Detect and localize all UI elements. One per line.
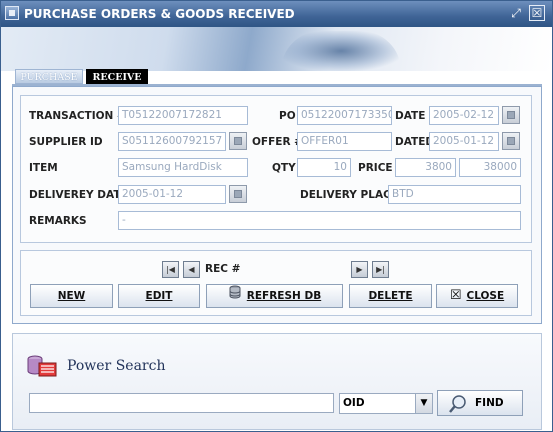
find-button-label: FIND [475, 397, 504, 409]
next-record-button[interactable]: ▶ [351, 261, 368, 278]
restore-icon[interactable]: ⤢ [508, 5, 524, 21]
window-title: PURCHASE ORDERS & GOODS RECEIVED [24, 7, 295, 21]
offer-field[interactable]: OFFER01 [297, 132, 392, 151]
database-search-icon [26, 354, 58, 378]
edit-button-label: EDIT [145, 290, 173, 302]
calendar-icon[interactable] [502, 132, 520, 150]
chevron-down-icon[interactable]: ▼ [415, 394, 432, 413]
calendar-icon[interactable] [502, 106, 520, 124]
delivery-place-field[interactable]: BTD [388, 185, 521, 204]
search-field-value: OID [343, 397, 365, 409]
remarks-field[interactable]: - [118, 211, 521, 230]
transaction-field[interactable]: T05122007172821 [118, 106, 248, 125]
supplier-lookup-icon[interactable] [229, 132, 247, 150]
delivery-date-field[interactable]: 2005-01-12 [118, 185, 226, 204]
close-button[interactable]: ☒ CLOSE [436, 284, 518, 308]
refresh-db-button-label: REFRESH DB [246, 290, 322, 302]
price-label: PRICE [358, 162, 393, 174]
dated-field[interactable]: 2005-01-12 [429, 132, 499, 151]
transaction-label: TRANSACTION # [29, 110, 126, 122]
po-label: PO [279, 110, 296, 122]
delivery-date-label: DELIVEREY DATE [29, 189, 128, 201]
calendar-icon[interactable] [229, 185, 247, 203]
price-field[interactable]: 3800 [395, 158, 456, 177]
remarks-label: REMARKS [29, 215, 87, 227]
date-field[interactable]: 2005-02-12 [429, 106, 499, 125]
app-icon [5, 6, 19, 20]
tab-purchase[interactable]: PURCHASE [15, 69, 83, 84]
find-button[interactable]: FIND [437, 390, 523, 416]
total-field[interactable]: 38000 [459, 158, 521, 177]
close-icon: ☒ [449, 288, 462, 303]
refresh-db-button[interactable]: REFRESH DB [206, 284, 343, 308]
record-number-label: REC # [205, 263, 241, 275]
close-icon[interactable]: ☒ [529, 5, 545, 21]
offer-label: OFFER # [252, 136, 303, 148]
supplier-field[interactable]: S05112600792157 [118, 132, 226, 151]
edit-button[interactable]: EDIT [118, 284, 200, 308]
item-label: ITEM [29, 162, 58, 174]
tab-receive[interactable]: RECEIVE [86, 69, 148, 84]
delete-button-label: DELETE [368, 290, 413, 302]
search-field-select[interactable]: OID ▼ [339, 393, 433, 414]
qty-field[interactable]: 10 [297, 158, 351, 177]
title-bar[interactable]: PURCHASE ORDERS & GOODS RECEIVED ⤢ ☒ [1, 1, 552, 27]
delete-button[interactable]: DELETE [349, 284, 432, 308]
power-search-title: Power Search [67, 358, 166, 374]
header-banner [1, 27, 552, 71]
search-input[interactable] [29, 393, 334, 413]
supplier-label: SUPPLIER ID [29, 136, 103, 148]
qty-label: QTY [272, 162, 296, 174]
delivery-place-label: DELIVERY PLACE [300, 189, 398, 201]
new-button[interactable]: NEW [30, 284, 113, 308]
date-label: DATE [395, 110, 426, 122]
magnifier-icon [448, 394, 468, 423]
new-button-label: NEW [57, 290, 86, 302]
database-icon [228, 285, 242, 307]
prev-record-button[interactable]: ◀ [183, 261, 200, 278]
first-record-button[interactable]: |◀ [162, 261, 179, 278]
last-record-button[interactable]: ▶| [372, 261, 389, 278]
item-field[interactable]: Samsung HardDisk [118, 158, 248, 177]
close-button-label: CLOSE [466, 290, 505, 302]
po-field[interactable]: 05122007173350 [297, 106, 392, 125]
